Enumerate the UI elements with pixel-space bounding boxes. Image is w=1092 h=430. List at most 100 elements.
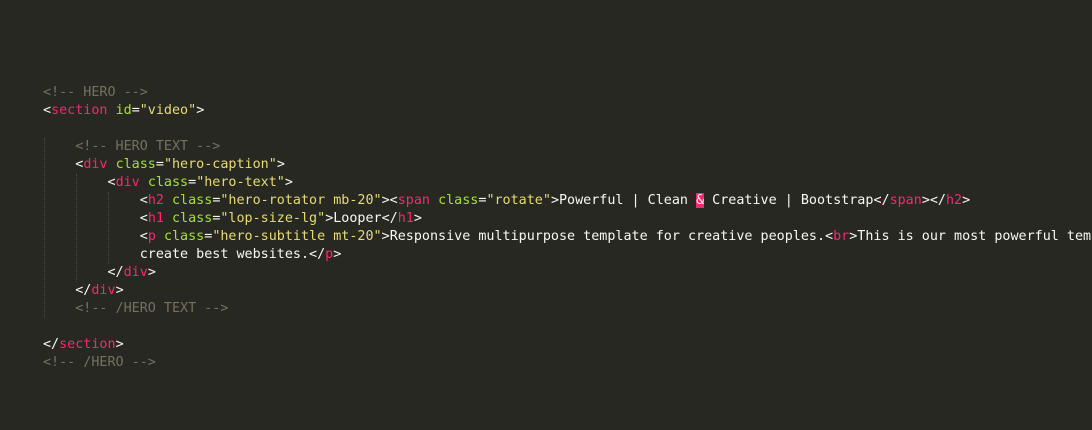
code-token-attr: class bbox=[438, 193, 479, 208]
code-token-punc: >< bbox=[381, 193, 398, 208]
code-token-punc: < bbox=[825, 229, 834, 244]
code-token-punc: </ bbox=[381, 211, 398, 226]
code-token-attr: class bbox=[147, 175, 189, 190]
code-token-punc: > bbox=[284, 175, 293, 190]
code-token-punc: </ bbox=[309, 247, 326, 262]
code-token-text: This is our most powerful temp bbox=[857, 229, 1092, 244]
code-token-str: "rotate" bbox=[486, 193, 551, 208]
code-token-punc: </ bbox=[873, 193, 890, 208]
code-token-attr: class bbox=[163, 229, 205, 244]
code-token-tag: div bbox=[115, 175, 140, 190]
code-token-tag: div bbox=[83, 157, 108, 172]
code-token-comment: <!-- HERO TEXT --> bbox=[75, 139, 221, 154]
code-line[interactable]: <!-- HERO --> bbox=[43, 84, 1092, 102]
code-token-punc: < bbox=[139, 193, 148, 208]
code-token-str: "hero-subtitle mt-20" bbox=[212, 229, 382, 244]
code-token-punc: > bbox=[381, 229, 390, 244]
code-token-punc bbox=[164, 193, 172, 208]
code-token-punc: < bbox=[107, 175, 116, 190]
code-token-tag: section bbox=[59, 337, 116, 352]
code-line[interactable]: <p class="hero-subtitle mt-20">Responsiv… bbox=[43, 228, 1092, 246]
code-line[interactable]: <div class="hero-text"> bbox=[43, 174, 1092, 192]
code-token-punc bbox=[156, 229, 164, 244]
code-line[interactable]: </div> bbox=[43, 282, 1092, 300]
code-editor[interactable]: <!-- HERO --><section id="video">​ <!-- … bbox=[0, 0, 1092, 430]
code-token-tag: h1 bbox=[147, 211, 164, 226]
code-token-tag: h2 bbox=[147, 193, 164, 208]
code-token-punc: < bbox=[139, 229, 148, 244]
code-token-entity: & bbox=[696, 193, 705, 208]
code-token-tag: h2 bbox=[946, 193, 963, 208]
code-line[interactable]: <!-- HERO TEXT --> bbox=[43, 138, 1092, 156]
code-token-punc: > bbox=[276, 157, 285, 172]
code-token-punc: = bbox=[131, 103, 140, 118]
code-token-punc bbox=[108, 157, 116, 172]
code-token-str: "lop-size-lg" bbox=[220, 211, 326, 226]
code-token-text: Looper bbox=[333, 211, 382, 226]
code-token-str: "video" bbox=[139, 103, 197, 118]
code-token-str: "hero-caption" bbox=[163, 157, 277, 172]
code-token-attr: class bbox=[115, 157, 156, 172]
code-token-comment: <!-- HERO --> bbox=[43, 85, 148, 100]
code-token-punc: > bbox=[962, 193, 971, 208]
code-token-tag: div bbox=[123, 265, 148, 280]
code-line[interactable]: <!-- /HERO TEXT --> bbox=[43, 300, 1092, 318]
code-token-tag: p bbox=[147, 229, 156, 244]
code-line[interactable]: </section> bbox=[43, 336, 1092, 354]
code-token-punc: </ bbox=[107, 265, 124, 280]
code-line[interactable]: <section id="video"> bbox=[43, 102, 1092, 120]
code-token-punc: > bbox=[550, 193, 559, 208]
code-line[interactable]: create best websites.</p> bbox=[43, 246, 1092, 264]
code-token-attr: class bbox=[172, 211, 213, 226]
code-token-punc bbox=[108, 103, 116, 118]
code-token-text: create best websites. bbox=[43, 247, 310, 262]
code-token-punc: > bbox=[147, 265, 156, 280]
code-line[interactable]: <!-- /HERO --> bbox=[43, 354, 1092, 372]
code-line[interactable]: <div class="hero-caption"> bbox=[43, 156, 1092, 174]
code-token-tag: br bbox=[833, 229, 850, 244]
code-token-text: Creative | Bootstrap bbox=[704, 193, 874, 208]
code-token-punc: </ bbox=[75, 283, 92, 298]
code-token-punc: > bbox=[333, 247, 342, 262]
code-token-tag: span bbox=[397, 193, 430, 208]
code-token-attr: id bbox=[115, 103, 132, 118]
code-token-attr: class bbox=[172, 193, 213, 208]
code-token-str: "hero-rotator mb-20" bbox=[220, 193, 382, 208]
code-token-tag: div bbox=[91, 283, 116, 298]
code-token-punc: > bbox=[115, 337, 124, 352]
code-token-text: Powerful | Clean bbox=[559, 193, 697, 208]
code-token-punc: </ bbox=[43, 337, 60, 352]
code-token-punc: = bbox=[188, 175, 197, 190]
code-token-punc: < bbox=[43, 103, 52, 118]
code-line[interactable]: <h1 class="lop-size-lg">Looper</h1> bbox=[43, 210, 1092, 228]
code-token-punc: ></ bbox=[921, 193, 946, 208]
code-token-text: Responsive multipurpose template for cre… bbox=[389, 229, 826, 244]
code-token-punc bbox=[430, 193, 438, 208]
code-line[interactable]: ​ bbox=[43, 120, 1092, 138]
code-token-punc: > bbox=[196, 103, 205, 118]
code-line[interactable]: </div> bbox=[43, 264, 1092, 282]
code-token-punc: > bbox=[115, 283, 124, 298]
code-token-punc bbox=[140, 175, 148, 190]
code-token-tag: h1 bbox=[397, 211, 414, 226]
code-line[interactable]: <h2 class="hero-rotator mb-20"><span cla… bbox=[43, 192, 1092, 210]
code-token-punc bbox=[164, 211, 172, 226]
code-token-punc: > bbox=[413, 211, 422, 226]
code-token-comment: <!-- /HERO --> bbox=[43, 355, 156, 370]
code-lines: <!-- HERO --><section id="video">​ <!-- … bbox=[43, 84, 1092, 372]
code-token-punc: < bbox=[139, 211, 148, 226]
code-token-tag: span bbox=[889, 193, 922, 208]
code-token-tag: section bbox=[51, 103, 108, 118]
code-line[interactable]: ​ bbox=[43, 318, 1092, 336]
code-token-comment: <!-- /HERO TEXT --> bbox=[75, 301, 229, 316]
code-token-punc: = bbox=[155, 157, 164, 172]
